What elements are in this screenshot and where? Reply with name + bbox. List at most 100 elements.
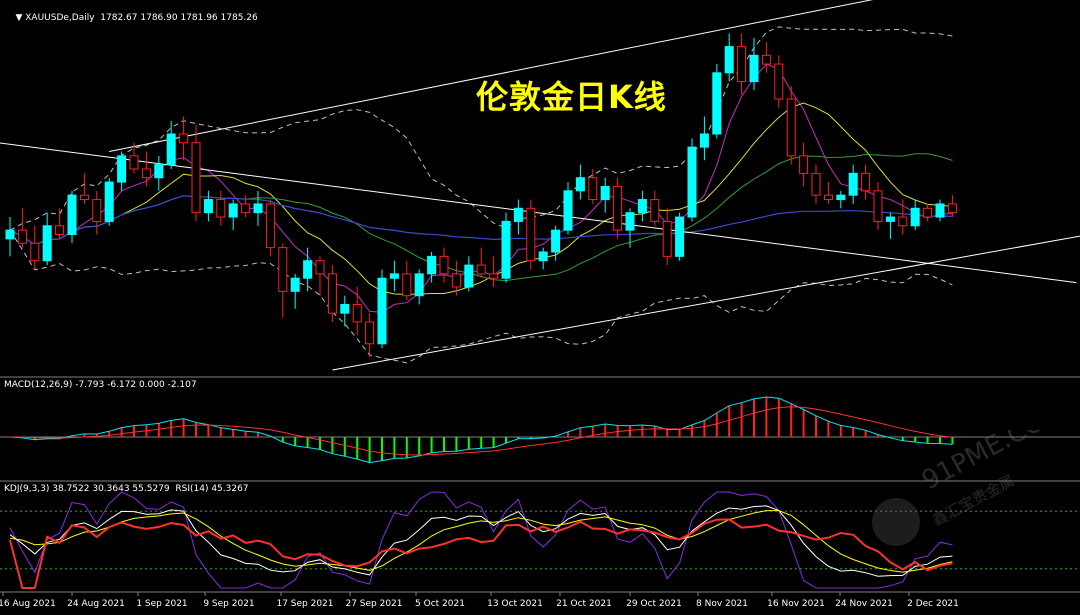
candle-body (315, 260, 325, 275)
candle-body (588, 177, 598, 201)
x-tick-label: 21 Oct 2021 (556, 599, 612, 609)
candle-body (823, 194, 833, 201)
x-tick-label: 5 Oct 2021 (415, 599, 465, 609)
x-tick-label: 17 Sep 2021 (276, 599, 333, 609)
candle-body (873, 190, 883, 222)
candle-body (179, 133, 189, 144)
candle-body (117, 155, 127, 183)
watermark-logo: 91PME.COM 鑫汇宝贵金属 (872, 430, 1058, 546)
candle-body (42, 225, 52, 262)
watermark-coin-icon (872, 498, 920, 546)
candle-body (191, 142, 201, 214)
x-tick-label: 16 Nov 2021 (767, 599, 825, 609)
candle-body (786, 98, 796, 157)
candle-body (402, 273, 412, 297)
candle-body (836, 194, 846, 201)
chart-root: 16 Aug 2021 24 Aug 2021 1 Sep 2021 9 Sep 20… (0, 0, 1080, 611)
candle-body (104, 181, 114, 222)
x-tick-label: 29 Oct 2021 (626, 599, 682, 609)
candle-body (737, 46, 747, 83)
x-tick-label: 2 Dec 2021 (907, 599, 959, 609)
candle-body (141, 168, 151, 179)
candle-body (129, 155, 139, 170)
candle-body (439, 255, 449, 275)
candle-body (489, 273, 499, 279)
candle-body (712, 72, 722, 135)
candle-body (451, 273, 461, 288)
candle-body (30, 242, 40, 262)
candle-body (538, 251, 548, 262)
candle-body (687, 146, 697, 218)
x-tick-label: 27 Sep 2021 (345, 599, 402, 609)
candle-body (861, 172, 871, 192)
candle-body (79, 194, 89, 201)
x-tick-label: 1 Sep 2021 (136, 599, 187, 609)
candle-body (575, 177, 585, 192)
candle-body (303, 260, 313, 279)
candle-body (551, 229, 561, 253)
candle-body (799, 155, 809, 174)
symbol-ohlc-label: XAUUSDe,Daily 1782.67 1786.90 1781.96 17… (25, 13, 258, 23)
candle-body (662, 220, 672, 257)
candle-body (203, 199, 213, 214)
candle-body (613, 185, 623, 231)
candle-body (278, 247, 288, 292)
x-tick-label: 9 Sep 2021 (203, 599, 254, 609)
candle-body (216, 199, 226, 218)
x-tick-label: 24 Nov 2021 (835, 599, 893, 609)
candle-body (724, 46, 734, 74)
candle-body (92, 199, 102, 222)
candle-body (166, 133, 176, 166)
candle-body (811, 172, 821, 196)
candle-body (228, 203, 238, 218)
candle-body (427, 255, 437, 275)
candle-body (637, 199, 647, 214)
candle-body (898, 216, 908, 227)
candle-body (327, 273, 337, 314)
kdj-rsi-label: KDJ(9,3,3) 38.7522 30.3643 55.5279 RSI(1… (4, 484, 249, 494)
candle-body (352, 303, 362, 323)
candle-body (389, 273, 399, 279)
candle-body (414, 273, 424, 297)
candle-body (526, 207, 536, 262)
x-tick-label: 24 Aug 2021 (67, 599, 125, 609)
candle-body (935, 203, 945, 218)
candle-body (650, 199, 660, 222)
candle-body (761, 54, 771, 65)
x-tick-label: 13 Oct 2021 (487, 599, 543, 609)
overlay-title: 伦敦金日K线 (476, 78, 667, 116)
x-tick-label: 8 Nov 2021 (696, 599, 748, 609)
candle-body (17, 229, 27, 244)
collapse-triangle-icon[interactable]: ▼ (15, 13, 25, 23)
candle-body (253, 203, 263, 214)
candle-body (563, 190, 573, 231)
candle-body (749, 54, 759, 83)
candle-body (464, 264, 474, 288)
candle-body (365, 321, 375, 345)
candle-body (513, 207, 523, 222)
macd-label: MACD(12,26,9) -7.793 -6.172 0.000 -2.107 (4, 380, 197, 390)
candle-body (340, 303, 350, 314)
candle-body (774, 63, 784, 100)
candle-body (923, 207, 933, 218)
candle-body (55, 225, 65, 236)
candle-body (290, 277, 300, 292)
candle-body (910, 207, 920, 227)
candle-body (947, 203, 957, 214)
candle-body (675, 216, 685, 257)
candle-body (377, 277, 387, 345)
candle-body (600, 185, 610, 201)
symbol-header: ▼ XAUUSDe,Daily 1782.67 1786.90 1781.96 … (4, 3, 258, 33)
candle-body (848, 172, 858, 196)
candle-body (625, 212, 635, 231)
candle-body (67, 194, 77, 236)
candle-body (5, 229, 15, 240)
candle-body (699, 133, 709, 148)
candle-body (885, 216, 895, 222)
candle-body (265, 203, 275, 249)
candle-body (154, 164, 164, 179)
candle-body (476, 264, 486, 275)
x-tick-label: 16 Aug 2021 (0, 599, 56, 609)
candle-body (241, 203, 251, 214)
candle-body (501, 220, 511, 279)
